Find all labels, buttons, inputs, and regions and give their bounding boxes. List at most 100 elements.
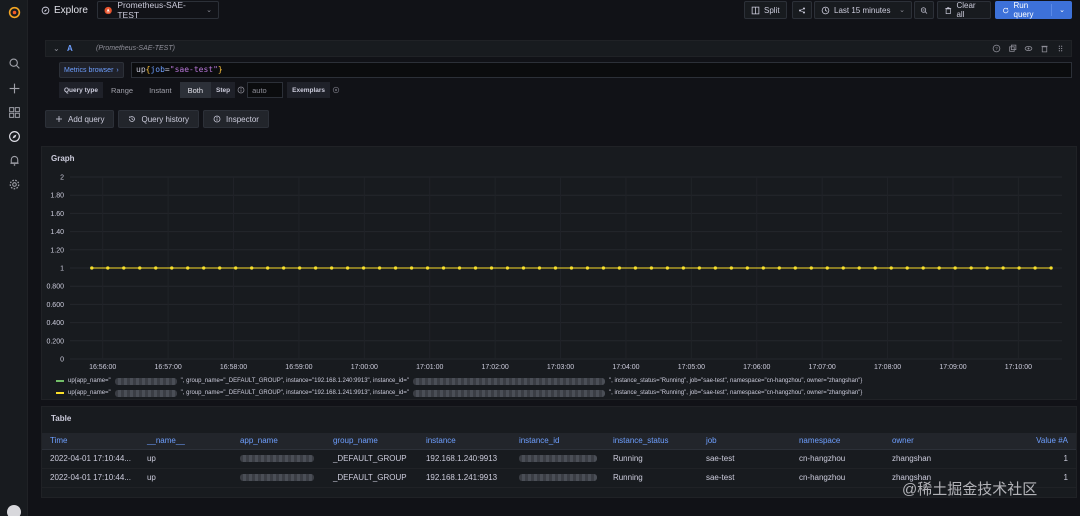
data-point[interactable] [969,266,973,270]
metrics-browser-button[interactable]: Metrics browser › [59,62,124,78]
plus-icon[interactable] [6,80,22,96]
data-point[interactable] [889,266,893,270]
data-point[interactable] [825,266,829,270]
data-point[interactable] [569,266,574,270]
data-point[interactable] [921,266,925,270]
data-point[interactable] [953,266,957,270]
data-point[interactable] [729,266,733,270]
data-point[interactable] [441,266,446,270]
step-input[interactable]: auto [247,82,284,98]
data-point[interactable] [857,266,861,270]
chevron-down-icon[interactable]: ⌄ [1059,6,1065,14]
data-point[interactable] [425,266,430,270]
column-header[interactable]: namespace [790,433,884,450]
column-header[interactable]: instance_status [604,433,698,450]
data-point[interactable] [282,266,286,270]
data-point[interactable] [649,266,653,270]
data-point[interactable] [937,266,941,270]
data-point[interactable] [761,266,765,270]
column-header[interactable]: __name__ [138,433,232,450]
info-icon[interactable] [235,86,247,94]
data-point[interactable] [985,266,989,270]
data-point[interactable] [505,266,510,270]
drag-handle-icon[interactable] [1056,44,1065,53]
data-point[interactable] [809,266,813,270]
data-point[interactable] [170,266,174,270]
legend-item[interactable]: up{app_name=" ", group_name="_DEFAULT_GR… [56,375,862,387]
data-point[interactable] [745,266,749,270]
trash-icon[interactable] [1040,44,1049,53]
column-header[interactable]: job [697,433,791,450]
data-point[interactable] [377,266,382,270]
data-point[interactable] [521,266,526,270]
data-point[interactable] [106,266,110,270]
query-history-button[interactable]: Query history [118,110,200,128]
datasource-picker[interactable]: Prometheus-SAE-TEST ⌄ [97,0,219,20]
exemplars-toggle-icon[interactable] [330,86,342,94]
data-point[interactable] [457,266,462,270]
run-query-button[interactable]: Run query ⌄ [995,1,1072,19]
collapse-chevron-icon[interactable]: ⌄ [53,44,60,53]
clear-all-button[interactable]: Clear all [937,1,991,19]
dashboards-icon[interactable] [6,104,22,120]
data-point[interactable] [617,266,622,270]
data-point[interactable] [298,266,302,270]
data-point[interactable] [713,266,717,270]
data-point[interactable] [346,266,350,270]
split-button[interactable]: Split [744,1,787,19]
column-header[interactable]: group_name [324,433,418,450]
legend-item[interactable]: up{app_name=" ", group_name="_DEFAULT_GR… [56,387,862,399]
time-series-chart[interactable]: 0 0.200 0.400 0.600 0.800 1 1.20 1.40 1.60 1.80 2 1… [42,169,1076,375]
data-point[interactable] [905,266,909,270]
data-point[interactable] [1049,266,1053,270]
data-point[interactable] [681,266,685,270]
column-header[interactable]: instance_id [510,433,605,450]
add-query-button[interactable]: Add query [45,110,115,128]
column-header[interactable]: Value #A [976,433,1076,450]
query-type-both[interactable]: Both [179,82,212,98]
explore-compass-icon[interactable] [6,128,22,144]
data-point[interactable] [330,266,334,270]
alert-bell-icon[interactable] [6,152,22,168]
column-header[interactable]: Time [42,433,139,450]
data-point[interactable] [202,266,206,270]
data-point[interactable] [122,266,126,270]
column-header[interactable]: instance [417,433,511,450]
data-point[interactable] [633,266,638,270]
data-point[interactable] [393,266,398,270]
query-ref-id[interactable]: A [67,44,73,53]
data-point[interactable] [777,266,781,270]
share-button[interactable] [792,1,812,19]
search-icon[interactable] [6,55,22,71]
time-range-picker[interactable]: Last 15 minutes ⌄ [814,1,912,19]
query-type-instant[interactable]: Instant [141,82,180,98]
query-type-range[interactable]: Range [103,82,141,98]
data-point[interactable] [250,266,254,270]
data-point[interactable] [138,266,142,270]
data-point[interactable] [234,266,238,270]
data-point[interactable] [841,266,845,270]
grafana-logo-icon[interactable] [6,4,22,20]
data-point[interactable] [314,266,318,270]
gear-icon[interactable] [6,176,22,192]
data-point[interactable] [553,266,558,270]
data-point[interactable] [1017,266,1021,270]
data-point[interactable] [489,266,494,270]
help-icon[interactable]: ? [992,44,1001,53]
data-point[interactable] [218,266,222,270]
data-point[interactable] [362,266,366,270]
data-point[interactable] [665,266,669,270]
zoom-out-button[interactable] [914,1,934,19]
data-point[interactable] [1001,266,1005,270]
data-point[interactable] [186,266,190,270]
promql-query-input[interactable]: up{job="sae-test"} [131,62,1072,78]
data-point[interactable] [409,266,414,270]
data-point[interactable] [154,266,158,270]
duplicate-icon[interactable] [1008,44,1017,53]
data-point[interactable] [793,266,797,270]
eye-icon[interactable] [1024,44,1033,53]
data-point[interactable] [90,266,94,270]
user-avatar[interactable] [7,505,21,516]
column-header[interactable]: app_name [231,433,325,450]
data-point[interactable] [1033,266,1037,270]
